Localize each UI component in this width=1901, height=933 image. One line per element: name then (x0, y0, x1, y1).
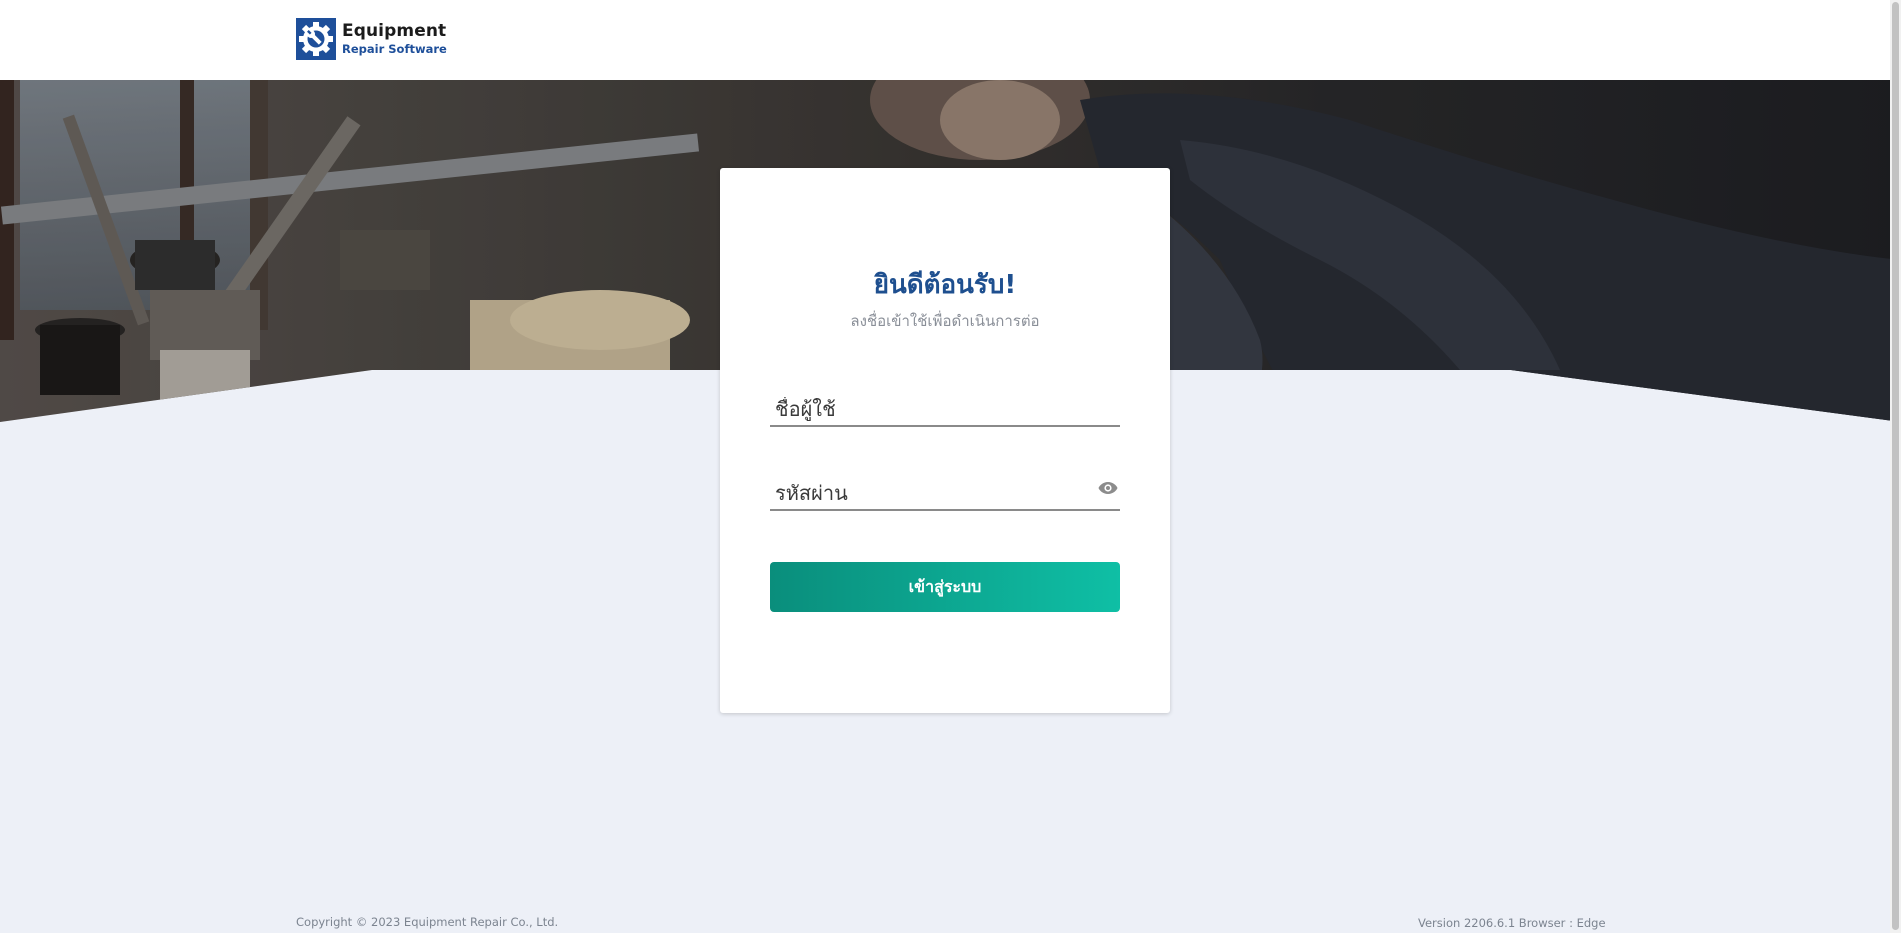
welcome-title: ยินดีต้อนรับ! (873, 270, 1017, 300)
username-input[interactable] (770, 397, 1080, 421)
password-input[interactable] (770, 481, 1080, 505)
logo-title: Equipment (342, 20, 447, 41)
vertical-scrollbar[interactable] (1890, 0, 1901, 933)
login-page: Equipment Repair Software ยินดีต้อนรับ! … (0, 0, 1901, 933)
welcome-subtitle: ลงชื่อเข้าใช้เพื่อดำเนินการต่อ (850, 312, 1040, 330)
version-text: Version 2206.6.1 Browser : Edge (1418, 916, 1606, 930)
username-field (770, 381, 1120, 427)
logo-subtitle: Repair Software (342, 41, 447, 56)
logo[interactable]: Equipment Repair Software (296, 18, 447, 60)
scrollbar-thumb[interactable] (1892, 2, 1899, 930)
password-field (770, 465, 1120, 511)
login-button[interactable]: เข้าสู่ระบบ (770, 562, 1120, 612)
header: Equipment Repair Software (0, 0, 1901, 80)
eye-icon[interactable] (1098, 481, 1118, 495)
login-card: ยินดีต้อนรับ! ลงชื่อเข้าใช้เพื่อดำเนินกา… (720, 168, 1170, 713)
copyright-text: Copyright © 2023 Equipment Repair Co., L… (296, 915, 559, 929)
gear-wrench-icon (296, 18, 336, 60)
